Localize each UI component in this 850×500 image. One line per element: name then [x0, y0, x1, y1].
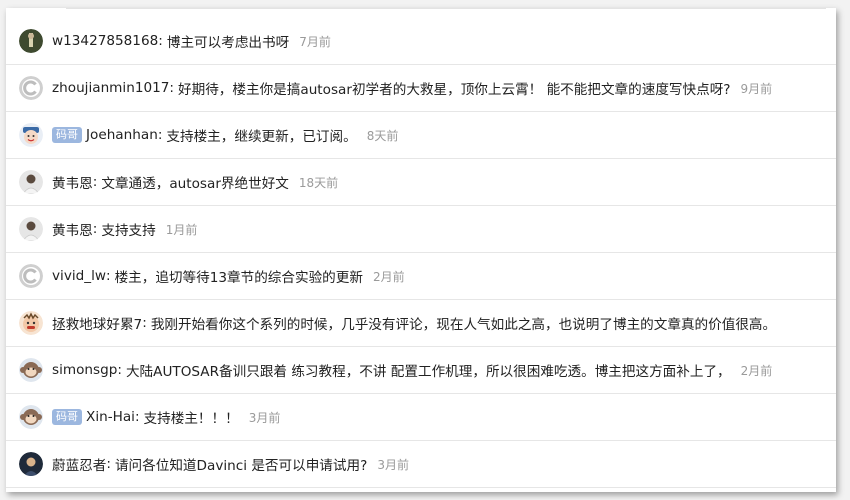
comment-row: w13427858168 : 博主可以考虑出书呀 7月前 — [6, 18, 836, 65]
vip-badge: 码哥 — [52, 409, 82, 425]
comment-username[interactable]: w13427858168 — [52, 33, 158, 49]
colon: : — [134, 409, 140, 425]
comment-username[interactable]: Joehanhan — [86, 127, 158, 143]
comment-username[interactable]: 黄韦恩 — [52, 172, 93, 192]
comment-text: 大陆AUTOSAR备训只跟着 练习教程，不讲 配置工作机理，所以很困难吃透。博主… — [125, 364, 731, 380]
comment-row: zhoujianmin1017 : 好期待，楼主你是搞autosar初学者的大救… — [6, 65, 836, 112]
comment-time: 7月前 — [299, 34, 331, 49]
comment-row: 拯救地球好累7 : 我刚开始看你这个系列的时候，几乎没有评论，现在人气如此之高，… — [6, 300, 836, 347]
colon: : — [142, 315, 147, 331]
comment-username[interactable]: simonsgp — [52, 362, 117, 378]
colon: : — [92, 221, 98, 237]
monkey-avatar-icon — [19, 358, 43, 382]
comment-row: 黄韦恩 : 支持支持 1月前 — [6, 206, 836, 253]
comment-text: 支持楼主，继续更新，已订阅。 — [166, 129, 357, 145]
avatar[interactable] — [19, 29, 43, 53]
comment-row: 蔚蓝忍者 : 请问各位知道Davinci 是否可以申请试用? 3月前 — [6, 441, 836, 488]
photo-avatar-icon — [19, 29, 43, 53]
photo-avatar-icon — [19, 170, 43, 194]
comment-row: 码哥 Xin-Hai : 支持楼主！！！ 3月前 — [6, 394, 836, 441]
comment-username[interactable]: zhoujianmin1017 — [52, 80, 169, 96]
comment-username[interactable]: Xin-Hai — [86, 409, 135, 425]
comment-username[interactable]: vivid_lw — [52, 268, 106, 284]
comment-time: 8天前 — [366, 128, 399, 143]
comment-time: 3月前 — [248, 410, 281, 425]
vip-badge: 码哥 — [52, 127, 82, 143]
comment-text: 好期待，楼主你是搞autosar初学者的大救星，顶你上云霄！ 能不能把文章的速度… — [178, 82, 731, 98]
avatar[interactable] — [19, 76, 43, 100]
comment-row: 码哥 Joehanhan : 支持楼主，继续更新，已订阅。 8天前 — [6, 112, 836, 159]
avatar[interactable] — [19, 452, 43, 476]
top-divider — [66, 8, 826, 9]
comment-time: 2月前 — [740, 363, 773, 378]
comment-text: 支持支持 — [101, 223, 156, 239]
comment-time: 2月前 — [372, 269, 405, 284]
colon: : — [92, 174, 98, 190]
colon: : — [158, 33, 163, 49]
comment-row: 黄韦恩 : 文章通透，autosar界绝世好文 18天前 — [6, 159, 836, 206]
comment-username[interactable]: 拯救地球好累7 — [52, 313, 142, 333]
comment-username[interactable]: 蔚蓝忍者 — [52, 454, 106, 474]
comment-text: 楼主，追切等待13章节的综合实验的更新 — [114, 270, 363, 286]
comment-text: 文章通透，autosar界绝世好文 — [101, 176, 289, 192]
cartoon-avatar-icon — [19, 311, 43, 335]
colon: : — [157, 127, 163, 143]
photo-avatar-icon — [19, 217, 43, 241]
avatar[interactable] — [19, 123, 43, 147]
avatar[interactable] — [19, 405, 43, 429]
avatar[interactable] — [19, 264, 43, 288]
comment-time: 3月前 — [377, 457, 409, 472]
colon: : — [106, 456, 111, 472]
comment-text: 请问各位知道Davinci 是否可以申请试用? — [114, 458, 368, 474]
comment-row: vivid_lw : 楼主，追切等待13章节的综合实验的更新 2月前 — [6, 253, 836, 300]
comment-username[interactable]: 黄韦恩 — [52, 219, 93, 239]
comment-time: 18天前 — [298, 175, 339, 190]
avatar[interactable] — [19, 170, 43, 194]
comment-row: simonsgp : 大陆AUTOSAR备训只跟着 练习教程，不讲 配置工作机理… — [6, 347, 836, 394]
c-logo-icon — [19, 76, 43, 100]
avatar[interactable] — [19, 217, 43, 241]
comment-text: 支持楼主！！！ — [143, 411, 239, 427]
c-logo-icon — [19, 264, 43, 288]
colon: : — [105, 268, 111, 284]
avatar[interactable] — [19, 358, 43, 382]
comment-text: 我刚开始看你这个系列的时候，几乎没有评论，现在人气如此之高，也说明了博主的文章真… — [150, 317, 777, 333]
comment-time: 1月前 — [165, 222, 198, 237]
monkey-avatar-icon — [19, 405, 43, 429]
comment-panel: w13427858168 : 博主可以考虑出书呀 7月前 zhoujianmin… — [6, 8, 836, 492]
comment-time: 9月前 — [740, 81, 773, 96]
comment-text: 博主可以考虑出书呀 — [166, 35, 290, 51]
emoji-avatar-icon — [19, 123, 43, 147]
avatar[interactable] — [19, 311, 43, 335]
colon: : — [117, 362, 122, 378]
photo-avatar-icon — [19, 452, 43, 476]
colon: : — [169, 80, 175, 96]
